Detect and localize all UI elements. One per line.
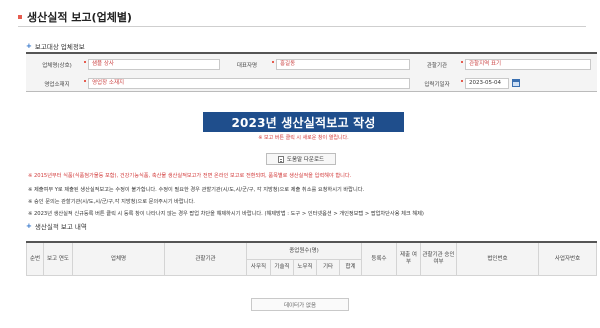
info-row: 업체명(상호) 샘플 상사 대표자명 홍길동 관할기관 관할지역 표기: [26, 56, 597, 74]
report-section-heading: + 생산실적 보고 내역: [26, 221, 87, 231]
col-authority: 관할기관: [164, 241, 247, 276]
no-data-label: 데이터가 없음: [283, 302, 317, 309]
authority-label: 관할기관: [426, 63, 448, 69]
col-company: 업체명: [72, 241, 165, 276]
required-marker-icon: [461, 61, 463, 63]
calendar-icon[interactable]: [512, 79, 520, 87]
address-field[interactable]: 영업장 소재지: [88, 78, 410, 89]
info-row: 영업소재지 영업장 소재지 입력기일자 2023-05-04: [26, 75, 597, 93]
rep-field[interactable]: 홍길동: [276, 59, 410, 70]
input-date-field[interactable]: 2023-05-04: [465, 78, 509, 89]
title-bullet-icon: [18, 15, 22, 19]
address-label: 영업소재지: [44, 82, 70, 88]
download-button[interactable]: 도움말 다운로드: [266, 153, 336, 165]
required-marker-icon: [84, 61, 86, 63]
col-employees: 종업원수(명): [246, 241, 362, 260]
download-button-label: 도움말 다운로드: [286, 157, 325, 163]
col-approved: 관할기관 승인여부: [420, 241, 457, 276]
notice-text: ※ 2015년부터 식품(식품첨가물등 포함), 건강기능식품, 축산물 생산실…: [28, 173, 352, 179]
notice-text: ※ 2023년 생산실적 신규등록 버튼 클릭 시 등록 창이 나타나지 않는 …: [28, 211, 424, 217]
company-label: 업체명(상호): [42, 63, 72, 69]
company-field[interactable]: 샘플 상사: [88, 59, 220, 70]
col-labor: 노무직: [293, 258, 317, 276]
authority-field[interactable]: 관할지역 표기: [465, 59, 591, 70]
rep-label: 대표자명: [236, 63, 258, 69]
notice-text: ※ 제출여부 Y로 제출된 생산실적보고는 수정이 불가합니다. 수정이 필요한…: [28, 187, 365, 193]
input-date-label: 입력기일자: [424, 82, 450, 88]
banner-subtitle: ※ 보고 버튼 클릭 시 새로운 창이 열립니다.: [258, 135, 349, 141]
report-table: 순번 보고 연도 업체명 관할기관 종업원수(명) 등록수 제출 여부 관할기관…: [26, 241, 597, 276]
report-section-heading-text: 생산실적 보고 내역: [34, 223, 87, 231]
required-marker-icon: [84, 80, 86, 82]
notice-text: ※ 승인 문의는 관할기관(시/도,시/군/구,각 지방청)으로 문의주시기 바…: [28, 199, 195, 205]
col-submitted: 제출 여부: [396, 241, 421, 276]
company-info-box: 업체명(상호) 샘플 상사 대표자명 홍길동 관할기관 관할지역 표기 영업소재…: [26, 52, 597, 92]
plus-icon: +: [26, 222, 32, 230]
table-header-row: 순번 보고 연도 업체명 관할기관 종업원수(명) 등록수 제출 여부 관할기관…: [26, 241, 597, 276]
company-section-heading: + 보고대상 업체정보: [26, 41, 85, 51]
col-office: 사무직: [246, 258, 271, 276]
company-section-heading-text: 보고대상 업체정보: [34, 43, 85, 51]
col-reg-count: 등록수: [361, 241, 397, 276]
col-total: 합계: [339, 258, 362, 276]
col-corp-no: 법인번호: [456, 241, 539, 276]
page-title: 생산실적 보고(업체별): [27, 11, 132, 24]
col-no: 순번: [26, 241, 44, 276]
required-marker-icon: [272, 61, 274, 63]
col-year: 보고 연도: [43, 241, 73, 276]
plus-icon: +: [26, 42, 32, 50]
document-icon: [277, 155, 284, 163]
title-divider: [18, 26, 586, 27]
page-title-row: 생산실적 보고(업체별): [18, 9, 132, 25]
no-data-button[interactable]: 데이터가 없음: [251, 298, 349, 311]
required-marker-icon: [461, 80, 463, 82]
col-tech: 기술직: [270, 258, 294, 276]
col-other: 기타: [316, 258, 340, 276]
col-biz-no: 사업자번호: [538, 241, 597, 276]
banner-title: 2023년 생산실적보고 작성: [231, 115, 376, 130]
report-write-banner[interactable]: 2023년 생산실적보고 작성: [203, 112, 404, 132]
